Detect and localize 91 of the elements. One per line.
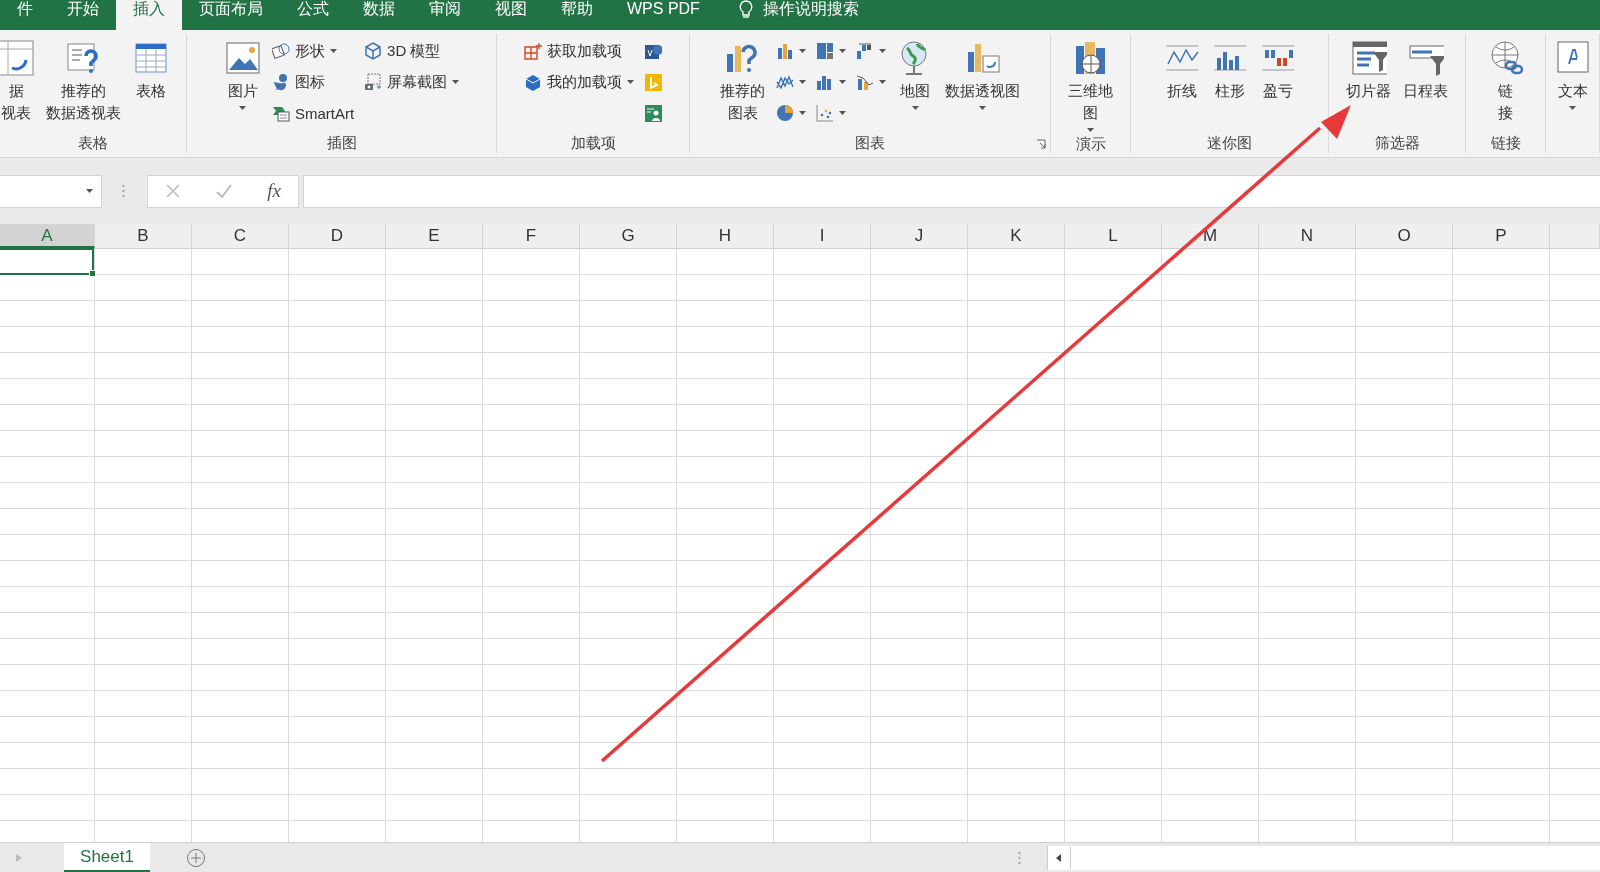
dialog-launcher-icon[interactable] — [1036, 139, 1046, 149]
app-tile-icon — [644, 104, 662, 122]
ribbon-tab[interactable]: 视图 — [478, 0, 544, 30]
ribbon-button[interactable]: 图片 — [221, 38, 264, 112]
grip-icon — [1018, 851, 1021, 865]
group-label: 演示 — [1075, 134, 1106, 154]
scatter-chart-icon — [816, 104, 834, 122]
group-label: 迷你图 — [1207, 133, 1252, 153]
column-header[interactable]: I — [774, 224, 871, 248]
ribbon-tab[interactable]: 审阅 — [412, 0, 478, 30]
ribbon-tab[interactable]: WPS PDF — [610, 0, 717, 30]
column-header[interactable]: J — [871, 224, 968, 248]
text-box-icon — [1554, 40, 1591, 76]
column-header[interactable]: D — [289, 224, 386, 248]
ribbon-button[interactable]: 据 视表 — [0, 38, 37, 126]
cell-grid[interactable] — [0, 249, 1600, 842]
ribbon-button[interactable]: 地图 — [894, 38, 936, 112]
ribbon-button[interactable]: 柱形 — [1208, 38, 1251, 104]
ribbon-button[interactable]: 图标 — [269, 69, 327, 95]
ribbon-tab[interactable]: 插入 — [116, 0, 182, 30]
group-label: 加载项 — [570, 133, 616, 153]
ribbon-button[interactable]: 获取加载项 — [522, 38, 624, 64]
ribbon-tab[interactable]: 页面布局 — [182, 0, 280, 30]
app-tile-icon — [644, 42, 662, 60]
ribbon-button[interactable]: 形状 — [269, 38, 339, 64]
ribbon-button[interactable]: 三维地 图 — [1065, 38, 1116, 134]
insert-function-button[interactable]: fx — [267, 180, 281, 202]
ribbon-tab[interactable]: 件 — [0, 0, 50, 30]
ribbon-button[interactable]: 屏幕截图 — [362, 69, 462, 95]
ribbon-button[interactable]: 切片器 — [1343, 38, 1394, 104]
screenshot-icon — [364, 73, 383, 91]
pie-chart-icon — [776, 104, 794, 122]
ribbon-button[interactable]: 推荐的 图表 — [717, 38, 768, 126]
ribbon-button[interactable]: 日程表 — [1400, 38, 1451, 104]
caret-icon — [86, 189, 93, 193]
ribbon-button[interactable]: 3D 模型 — [362, 38, 443, 64]
ribbon-tab[interactable]: 数据 — [346, 0, 412, 30]
horizontal-scrollbar[interactable] — [1047, 846, 1600, 870]
column-header[interactable]: F — [483, 224, 580, 248]
picture-icon — [224, 40, 261, 76]
ribbon-tab[interactable]: 公式 — [280, 0, 346, 30]
ribbon-button[interactable]: 折线 — [1160, 38, 1203, 104]
column-header[interactable]: L — [1065, 224, 1162, 248]
column-header[interactable]: G — [580, 224, 677, 248]
column-header[interactable]: N — [1259, 224, 1356, 248]
treemap-chart-icon — [816, 42, 834, 60]
check-icon[interactable] — [215, 183, 234, 199]
column-header[interactable]: H — [677, 224, 774, 248]
waterfall-chart-icon — [856, 42, 874, 60]
column-header[interactable]: A — [0, 224, 95, 248]
ribbon-tab[interactable]: 帮助 — [544, 0, 610, 30]
app-tile-icon — [644, 73, 662, 91]
bar-chart-icon — [776, 42, 794, 60]
sheet-tab[interactable]: Sheet1 — [64, 843, 150, 872]
formula-input[interactable] — [303, 174, 1600, 208]
ribbon-button[interactable]: 链 接 — [1484, 38, 1527, 126]
ribbon-button[interactable]: SmartArt — [269, 100, 357, 126]
column-header[interactable]: O — [1356, 224, 1453, 248]
column-header[interactable]: K — [968, 224, 1065, 248]
shapes-icon — [271, 42, 290, 60]
column-header[interactable]: P — [1453, 224, 1550, 248]
add-in-store-icon — [524, 42, 542, 60]
combo-chart-icon — [856, 73, 874, 91]
ribbon-button[interactable]: 数据透视图 — [942, 38, 1023, 112]
cube-icon — [524, 73, 542, 91]
ribbon-button[interactable]: 文本 — [1551, 38, 1594, 112]
grip-icon — [122, 184, 125, 198]
group-label: 图表 — [855, 133, 885, 153]
ribbon-button[interactable]: 表格 — [130, 38, 172, 104]
active-cell[interactable] — [0, 248, 94, 275]
group-label: 链接 — [1490, 133, 1521, 153]
ribbon-button[interactable]: 推荐的 数据透视表 — [43, 38, 124, 126]
tell-me-search[interactable]: 操作说明搜索 — [738, 0, 859, 30]
slicer-icon — [1350, 40, 1387, 76]
column-header[interactable]: C — [192, 224, 289, 248]
ribbon-button[interactable]: 我的加载项 — [522, 69, 636, 95]
smartart-icon — [271, 104, 290, 122]
histogram-chart-icon — [816, 73, 834, 91]
cube-icon — [364, 42, 383, 60]
ribbon-tab[interactable]: 开始 — [50, 0, 116, 30]
ribbon-button[interactable]: 盈亏 — [1256, 38, 1299, 104]
group-label: 筛选器 — [1374, 133, 1420, 153]
lightbulb-icon — [738, 0, 753, 19]
group-label: 表格 — [78, 133, 108, 153]
column-header[interactable]: B — [95, 224, 192, 248]
table-icon — [133, 40, 169, 76]
column-header[interactable]: E — [386, 224, 483, 248]
group-label: 插图 — [326, 133, 357, 153]
bird-icon — [271, 73, 290, 91]
line-chart-icon — [776, 73, 794, 91]
add-sheet-icon[interactable] — [186, 848, 206, 868]
